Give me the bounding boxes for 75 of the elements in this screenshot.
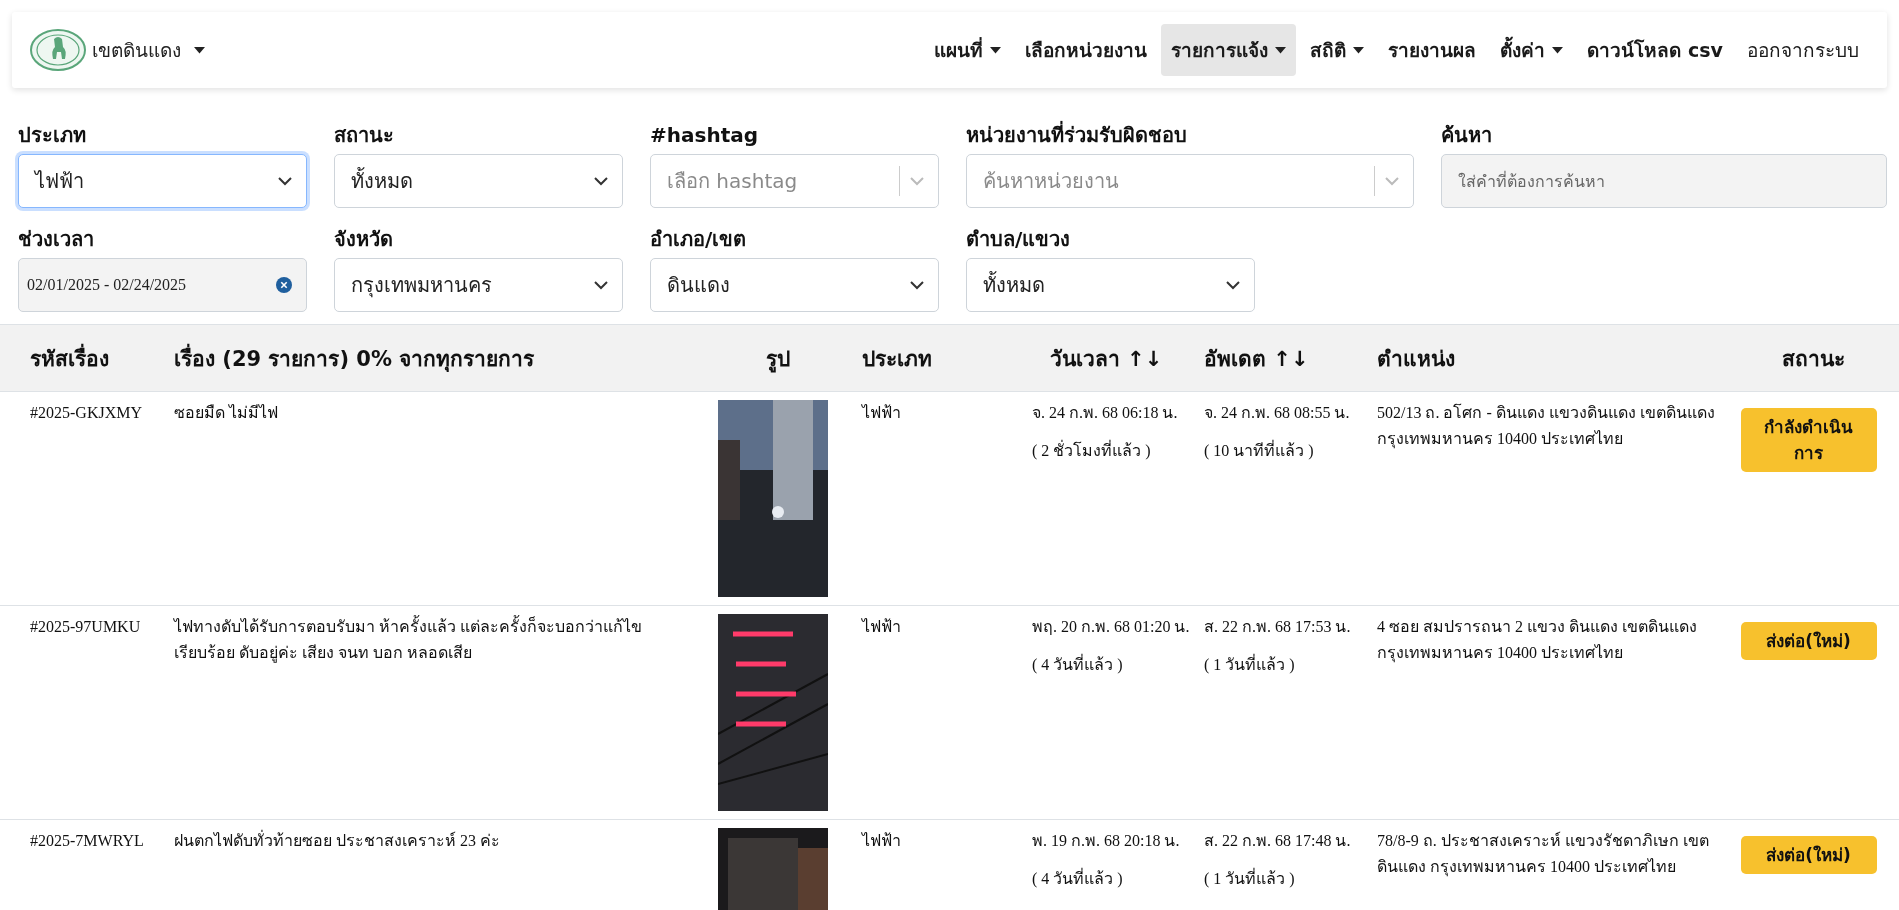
- relative-time: ( 1 วันที่แล้ว ): [1204, 653, 1295, 676]
- nav-dropdown[interactable]: แผนที่: [924, 24, 1012, 76]
- column-header[interactable]: วันเวลา ↑↓: [1020, 325, 1192, 392]
- column-header: ประเภท: [850, 325, 1020, 392]
- caret-icon: [1552, 46, 1564, 54]
- filter-label: ค้นหา: [1441, 122, 1493, 148]
- photo-placeholder[interactable]: [718, 400, 828, 597]
- chevron-down-icon: [1226, 280, 1240, 290]
- column-header: ตำแหน่ง: [1365, 325, 1728, 392]
- report-type: ไฟฟ้า: [862, 404, 901, 421]
- relative-time: ( 1 วันที่แล้ว ): [1204, 867, 1295, 890]
- nav-link[interactable]: เลือกหน่วยงาน: [1015, 24, 1158, 76]
- report-type: ไฟฟ้า: [862, 618, 901, 635]
- caret-icon: [1275, 46, 1287, 54]
- caret-icon: [1353, 46, 1365, 54]
- report-code: #2025-7MWRYL: [30, 832, 144, 849]
- filter-label: #hashtag: [650, 122, 759, 148]
- nav-link[interactable]: ออกจากระบบ: [1737, 24, 1869, 76]
- filter-label: ช่วงเวลา: [18, 226, 95, 252]
- status-button[interactable]: ส่งต่อ(ใหม่): [1740, 622, 1877, 660]
- filter-label: ประเภท: [18, 122, 87, 148]
- filter-label: หน่วยงานที่ร่วมรับผิดชอบ: [966, 122, 1188, 148]
- filter-label: อำเภอ/เขต: [650, 226, 748, 252]
- report-date: จ. 24 ก.พ. 68 06:18 น.: [1032, 403, 1178, 423]
- chevron-down-icon: [594, 280, 608, 290]
- brand-dropdown[interactable]: เขตดินแดง: [30, 29, 205, 71]
- relative-time: ( 4 วันที่แล้ว ): [1032, 653, 1123, 676]
- status-button[interactable]: กำลังดำเนินการ: [1740, 408, 1877, 472]
- nav-dropdown[interactable]: รายการแจ้ง: [1161, 24, 1297, 76]
- select-field[interactable]: ทั้งหมด: [334, 154, 623, 208]
- clear-icon[interactable]: [276, 277, 292, 293]
- report-type: ไฟฟ้า: [862, 832, 901, 849]
- column-header: สถานะ: [1728, 325, 1899, 392]
- relative-time: ( 10 นาทีที่แล้ว ): [1204, 439, 1314, 462]
- chevron-down-icon: [278, 176, 292, 186]
- search-field[interactable]: ใส่คำที่ต้องการค้นหา: [1441, 154, 1887, 208]
- report-code: #2025-GKJXMY: [30, 404, 142, 421]
- chevron-down-icon: [594, 176, 608, 186]
- column-header: รูป: [706, 325, 850, 392]
- nav-dropdown[interactable]: ตั้งค่า: [1490, 24, 1574, 76]
- updated-date: ส. 22 ก.พ. 68 17:53 น.: [1204, 617, 1351, 637]
- caret-icon: [990, 46, 1002, 54]
- report-date: พฤ. 20 ก.พ. 68 01:20 น.: [1032, 617, 1190, 637]
- report-location: 78/8-9 ถ. ประชาสงเคราะห์ แขวงรัชดาภิเษก เขตดินแดง กรุงเทพมหานคร 10400 ประเทศไทย: [1377, 832, 1709, 875]
- report-title: ซอยมืด ไม่มีไฟ: [174, 404, 278, 421]
- nav-link[interactable]: รายงานผล: [1378, 24, 1487, 76]
- chevron-down-icon: [1385, 176, 1399, 186]
- select-field[interactable]: กรุงเทพมหานคร: [334, 258, 623, 312]
- photo-placeholder[interactable]: [718, 614, 828, 811]
- chevron-down-icon: [910, 176, 924, 186]
- nav-link[interactable]: ดาวน์โหลด csv: [1577, 24, 1733, 76]
- report-location: 502/13 ถ. อโศก - ดินแดง แขวงดินแดง เขตดินแดง กรุงเทพมหานคร 10400 ประเทศไทย: [1377, 404, 1715, 447]
- nav-dropdown[interactable]: สถิติ: [1300, 24, 1375, 76]
- relative-time: ( 4 วันที่แล้ว ): [1032, 867, 1123, 890]
- date-range-field[interactable]: 02/01/2025 - 02/24/2025: [18, 258, 307, 312]
- column-header: รหัสเรื่อง: [0, 325, 162, 392]
- filter-label: สถานะ: [334, 122, 395, 148]
- column-header: เรื่อง (29 รายการ) 0% จากทุกรายการ: [162, 325, 706, 392]
- filter-label: จังหวัด: [334, 226, 394, 252]
- column-header[interactable]: อัพเดต ↑↓: [1192, 325, 1365, 392]
- report-title: ฝนตกไฟดับทั่วท้ายซอย ประชาสงเคราะห์ 23 ค่ะ: [174, 832, 500, 849]
- report-code: #2025-97UMKU: [30, 618, 141, 635]
- report-location: 4 ซอย สมปรารถนา 2 แขวง ดินแดง เขตดินแดง กรุงเทพมหานคร 10400 ประเทศไทย: [1377, 618, 1697, 661]
- select-field[interactable]: ไฟฟ้า: [18, 154, 307, 208]
- chevron-down-icon: [910, 280, 924, 290]
- filter-label: ตำบล/แขวง: [966, 226, 1072, 252]
- caret-icon: [194, 46, 205, 54]
- updated-date: ส. 22 ก.พ. 68 17:48 น.: [1204, 831, 1351, 851]
- report-date: พ. 19 ก.พ. 68 20:18 น.: [1032, 831, 1180, 851]
- status-button[interactable]: ส่งต่อ(ใหม่): [1740, 836, 1877, 874]
- select-field[interactable]: ดินแดง: [650, 258, 939, 312]
- seal-logo: [30, 29, 86, 71]
- select-field[interactable]: ทั้งหมด: [966, 258, 1255, 312]
- updated-date: จ. 24 ก.พ. 68 08:55 น.: [1204, 403, 1350, 423]
- relative-time: ( 2 ชั่วโมงที่แล้ว ): [1032, 439, 1151, 462]
